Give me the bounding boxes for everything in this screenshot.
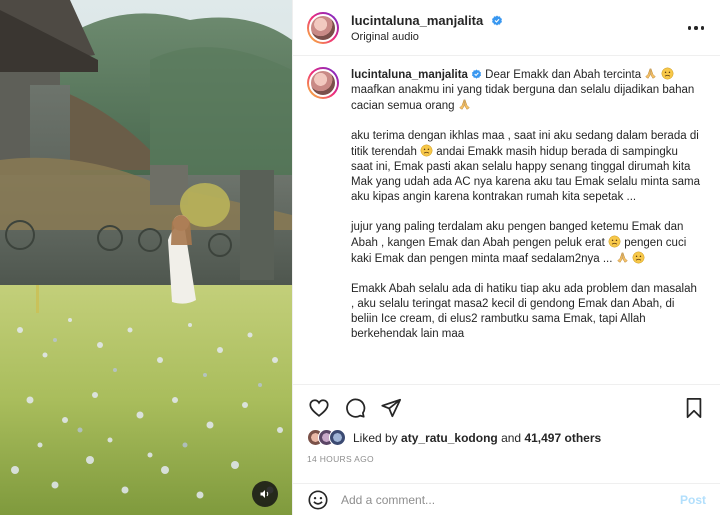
liker-avatars[interactable] — [307, 429, 347, 447]
caption-paragraph: jujur yang paling terdalam aku pengen ba… — [351, 221, 687, 265]
caption-paragraph: Emakk Abah selalu ada di hatiku tiap aku… — [351, 283, 697, 340]
action-bar — [307, 395, 706, 421]
paper-plane-icon — [381, 398, 402, 418]
post-header: lucintaluna_manjalita Original audio — [293, 0, 720, 56]
sad-face-icon — [661, 67, 673, 80]
post-media[interactable] — [0, 0, 292, 515]
audio-toggle-button[interactable] — [252, 481, 278, 507]
actions-section: Liked by aty_ratu_kodong and 41,497 othe… — [293, 384, 720, 515]
sad-face-icon — [420, 144, 433, 157]
more-options-button[interactable] — [684, 18, 708, 38]
praying-hands-icon — [616, 252, 628, 263]
share-button[interactable] — [379, 396, 403, 420]
verified-badge-icon — [491, 15, 502, 26]
verified-badge-icon — [471, 69, 482, 79]
bookmark-icon — [686, 397, 702, 419]
comment-bubble-icon — [346, 398, 366, 418]
likes-and: and — [501, 431, 522, 445]
praying-hands-icon — [459, 99, 470, 110]
smiley-icon — [308, 490, 328, 510]
speaker-icon — [260, 490, 269, 498]
praying-hands-icon — [645, 68, 657, 79]
author-info: lucintaluna_manjalita Original audio — [351, 11, 503, 45]
like-button[interactable] — [307, 396, 331, 420]
emoji-picker-button[interactable] — [307, 489, 329, 511]
caption-section[interactable]: lucintaluna_manjalita Dear Emakk dan Aba… — [293, 57, 720, 384]
likes-count-link[interactable]: 41,497 others — [524, 431, 601, 445]
caption-author-avatar[interactable] — [307, 67, 339, 99]
post-comment-button[interactable]: Post — [680, 493, 706, 507]
likes-summary: Liked by aty_ratu_kodong and 41,497 othe… — [307, 429, 601, 447]
more-options-icon — [687, 26, 705, 30]
instagram-post-view: lucintaluna_manjalita Original audio luc… — [0, 0, 720, 515]
sad-face-icon — [632, 251, 645, 264]
likes-prefix: Liked by — [353, 431, 398, 445]
comment-input[interactable] — [341, 493, 680, 507]
audio-link[interactable]: Original audio — [351, 31, 503, 45]
caption-paragraph: lucintaluna_manjalita Dear Emakk dan Aba… — [351, 67, 695, 112]
post-timestamp[interactable]: 14 HOURS AGO — [307, 454, 374, 464]
post-photo — [0, 0, 292, 515]
comment-button[interactable] — [343, 396, 367, 420]
caption-paragraph: aku terima dengan ikhlas maa , saat ini … — [351, 130, 701, 203]
caption-text: lucintaluna_manjalita Dear Emakk dan Aba… — [351, 67, 701, 384]
comment-bar: Post — [293, 483, 720, 515]
author-username-link[interactable]: lucintaluna_manjalita — [351, 13, 483, 28]
author-avatar[interactable] — [307, 11, 339, 44]
save-button[interactable] — [682, 396, 706, 420]
post-details-panel: lucintaluna_manjalita Original audio luc… — [292, 0, 720, 515]
caption-username-link[interactable]: lucintaluna_manjalita — [351, 69, 468, 81]
heart-icon — [309, 399, 329, 417]
sad-face-icon — [608, 235, 621, 248]
liker-username-link[interactable]: aty_ratu_kodong — [401, 431, 498, 445]
